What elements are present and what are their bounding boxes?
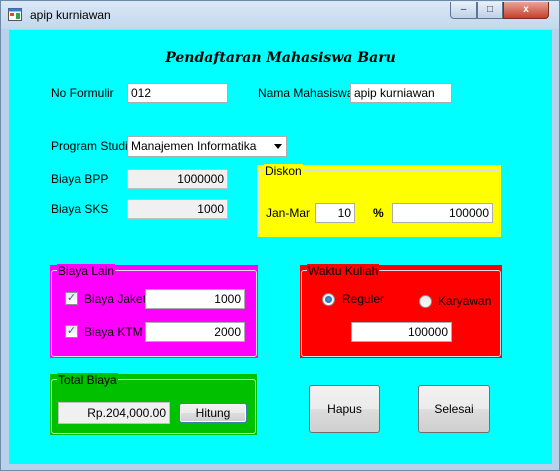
total-biaya-field: Rp.204,000.00 bbox=[58, 402, 170, 424]
biaya-lain-group: Biaya Lain ✓ Biaya Jaket 1000 ✓ Biaya KT… bbox=[50, 264, 258, 358]
reguler-radio[interactable] bbox=[322, 293, 335, 306]
diskon-group: Diskon Jan-Mar 10 % 100000 bbox=[257, 164, 501, 237]
biaya-jaket-field[interactable]: 1000 bbox=[145, 289, 245, 309]
app-icon bbox=[8, 8, 22, 21]
biaya-ktm-field[interactable]: 2000 bbox=[145, 322, 245, 342]
page-title: Pendaftaran Mahasiswa Baru bbox=[165, 50, 396, 66]
biaya-ktm-label[interactable]: Biaya KTM bbox=[84, 325, 143, 339]
biaya-jaket-checkbox[interactable]: ✓ bbox=[65, 292, 78, 305]
karyawan-radio[interactable] bbox=[419, 295, 432, 308]
program-studi-value: Manajemen Informatika bbox=[131, 139, 257, 153]
biaya-bpp-label: Biaya BPP bbox=[51, 172, 109, 186]
form-client-area: Pendaftaran Mahasiswa Baru No Formulir 0… bbox=[9, 30, 552, 464]
hapus-button[interactable]: Hapus bbox=[309, 385, 380, 433]
percent-symbol: % bbox=[373, 206, 384, 220]
diskon-amount-field[interactable]: 100000 bbox=[392, 203, 493, 223]
total-biaya-group: Total Biaya Rp.204,000.00 Hitung bbox=[50, 373, 257, 435]
window-title: apip kurniawan bbox=[30, 8, 111, 22]
karyawan-label[interactable]: Karyawan bbox=[438, 294, 491, 308]
no-formulir-field[interactable]: 012 bbox=[127, 83, 228, 103]
diskon-period-label: Jan-Mar bbox=[266, 206, 311, 220]
biaya-bpp-field: 1000000 bbox=[127, 169, 228, 189]
program-studi-label: Program Studi bbox=[51, 139, 128, 153]
waktu-kuliah-group: Waktu Kuliah Reguler Karyawan 100000 bbox=[300, 264, 502, 358]
biaya-ktm-checkbox[interactable]: ✓ bbox=[65, 325, 78, 338]
nama-mahasiswa-field[interactable]: apip kurniawan bbox=[350, 83, 452, 103]
biaya-jaket-label[interactable]: Biaya Jaket bbox=[84, 292, 146, 306]
waktu-kuliah-field[interactable]: 100000 bbox=[351, 322, 452, 342]
diskon-percent-field[interactable]: 10 bbox=[315, 203, 355, 223]
biaya-lain-group-title: Biaya Lain bbox=[57, 264, 116, 278]
close-button[interactable]: x bbox=[503, 2, 549, 19]
biaya-sks-label: Biaya SKS bbox=[51, 202, 109, 216]
minimize-button[interactable]: – bbox=[450, 2, 477, 19]
program-studi-select[interactable]: Manajemen Informatika bbox=[127, 136, 287, 157]
selesai-button[interactable]: Selesai bbox=[418, 385, 490, 433]
no-formulir-label: No Formulir bbox=[51, 86, 114, 100]
reguler-label[interactable]: Reguler bbox=[342, 292, 384, 306]
diskon-group-title: Diskon bbox=[264, 164, 303, 178]
maximize-button[interactable]: □ bbox=[477, 2, 503, 19]
hitung-button[interactable]: Hitung bbox=[179, 403, 247, 423]
biaya-sks-field: 1000 bbox=[127, 199, 228, 219]
app-window: apip kurniawan – □ x Pendaftaran Mahasis… bbox=[0, 0, 560, 471]
total-biaya-group-title: Total Biaya bbox=[57, 373, 118, 387]
title-bar[interactable]: apip kurniawan – □ x bbox=[1, 1, 559, 29]
chevron-down-icon[interactable] bbox=[274, 144, 282, 149]
waktu-kuliah-group-title: Waktu Kuliah bbox=[307, 264, 380, 278]
nama-mahasiswa-label: Nama Mahasiswa bbox=[258, 86, 354, 100]
